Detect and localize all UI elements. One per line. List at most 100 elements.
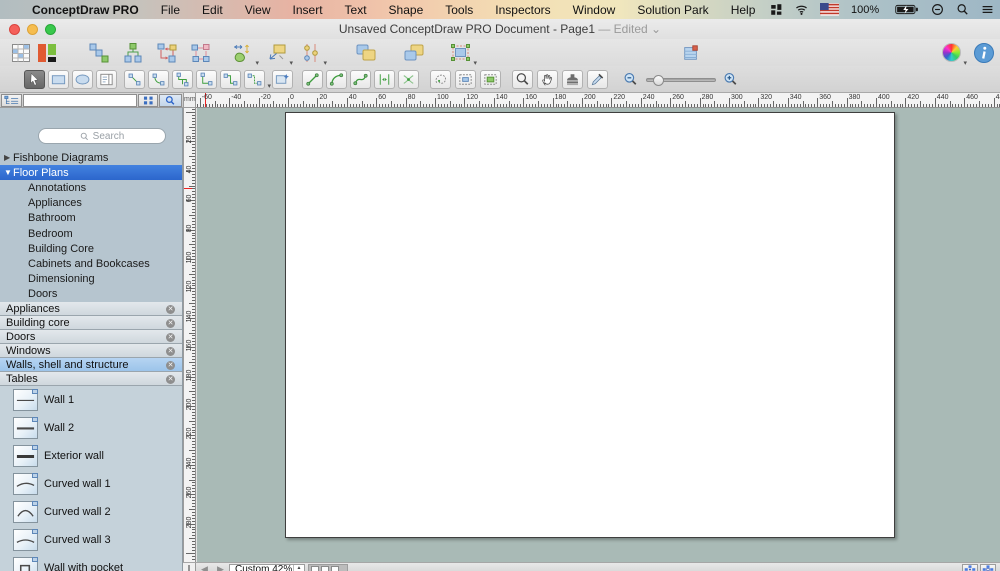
- group-selection-button[interactable]: ▾: [448, 40, 477, 67]
- shape-item-wall-with-pocket[interactable]: Wall with pocket: [0, 554, 182, 571]
- distribute-points-tool[interactable]: [374, 70, 395, 89]
- zoom-slider-knob[interactable]: [653, 75, 664, 86]
- close-library-icon[interactable]: ✕: [166, 304, 175, 314]
- library-row-windows[interactable]: Windows ✕: [0, 344, 182, 358]
- insert-shape-tool[interactable]: [272, 70, 293, 89]
- spotlight-search-icon[interactable]: [956, 0, 969, 19]
- library-filter-input[interactable]: [23, 94, 137, 107]
- tree-item-building-core[interactable]: Building Core: [0, 241, 182, 256]
- select-shapes-tool[interactable]: [455, 70, 476, 89]
- menu-item-insert[interactable]: Insert: [293, 3, 323, 17]
- menu-app-name[interactable]: ConceptDraw PRO: [32, 3, 139, 17]
- tree-item-dimensioning[interactable]: Dimensioning: [0, 272, 182, 287]
- title-bar[interactable]: Unsaved ConceptDraw PRO Document - Page1…: [0, 19, 1000, 39]
- menu-item-edit[interactable]: Edit: [202, 3, 223, 17]
- notification-center-icon[interactable]: [981, 0, 994, 19]
- menu-item-shape[interactable]: Shape: [389, 3, 424, 17]
- wifi-icon[interactable]: [795, 0, 808, 19]
- tree-item-cabinets-and-bookcases[interactable]: Cabinets and Bookcases: [0, 256, 182, 271]
- tree-item-doors[interactable]: Doors: [0, 287, 182, 302]
- rectangle-tool[interactable]: [48, 70, 69, 89]
- distribute-objects-button[interactable]: ▾: [298, 40, 327, 67]
- library-grid-view-button[interactable]: [138, 94, 158, 107]
- library-search-button[interactable]: [159, 94, 182, 107]
- shape-item-curved-wall-3[interactable]: Curved wall 3: [0, 526, 182, 554]
- battery-charging-icon[interactable]: [895, 0, 919, 19]
- library-row-doors[interactable]: Doors ✕: [0, 330, 182, 344]
- bring-forward-button[interactable]: [354, 40, 380, 65]
- zoom-out-button[interactable]: [620, 70, 641, 89]
- wall-thick-thumbnail[interactable]: [13, 445, 38, 467]
- close-library-icon[interactable]: ✕: [166, 332, 175, 342]
- wall-thin-thumbnail[interactable]: [13, 389, 38, 411]
- shape-item-curved-wall-1[interactable]: Curved wall 1: [0, 470, 182, 498]
- page-tab[interactable]: [311, 565, 319, 571]
- shape-item-exterior-wall[interactable]: Exterior wall: [0, 442, 182, 470]
- connector-rounded-tool[interactable]: [220, 70, 241, 89]
- smart-connector-tool[interactable]: ▾: [244, 70, 271, 90]
- menu-item-solution-park[interactable]: Solution Park: [637, 3, 708, 17]
- tree-item-bedroom[interactable]: Bedroom: [0, 226, 182, 241]
- tree-item-appliances[interactable]: Appliances: [0, 196, 182, 211]
- info-button[interactable]: [971, 40, 997, 65]
- line-tool[interactable]: [302, 70, 323, 89]
- tree-item-floor-plans[interactable]: ▼ Floor Plans: [0, 165, 182, 181]
- text-block-tool[interactable]: [96, 70, 117, 89]
- pan-view-button[interactable]: [962, 564, 978, 571]
- arc-tool[interactable]: [326, 70, 347, 89]
- page-tab[interactable]: [331, 565, 339, 571]
- send-backward-button[interactable]: [402, 40, 428, 65]
- library-row-appliances[interactable]: Appliances ✕: [0, 302, 182, 316]
- inspector-toggle-button[interactable]: [678, 40, 704, 65]
- connector-tree-tool[interactable]: [172, 70, 193, 89]
- disclosure-collapsed-icon[interactable]: ▶: [4, 153, 12, 162]
- curve-low-thumbnail[interactable]: [13, 473, 38, 495]
- shape-item-curved-wall-2[interactable]: Curved wall 2: [0, 498, 182, 526]
- zoom-level-select[interactable]: Custom 42% ▲▼: [229, 563, 305, 571]
- connector-direct-tool[interactable]: [124, 70, 145, 89]
- app-grid-icon[interactable]: [770, 0, 783, 19]
- insert-object-button[interactable]: ▾: [264, 40, 293, 67]
- edited-caret-icon[interactable]: ⌄: [651, 22, 661, 36]
- zoom-slider[interactable]: [646, 75, 716, 86]
- tree-item-bathroom[interactable]: Bathroom: [0, 211, 182, 226]
- page-tab[interactable]: [321, 565, 329, 571]
- menu-item-view[interactable]: View: [245, 3, 271, 17]
- org-chart-diagram-button[interactable]: [120, 40, 146, 65]
- shape-data-table-button[interactable]: [8, 40, 34, 65]
- zoom-level-stepper[interactable]: ▲▼: [293, 564, 304, 571]
- menu-item-tools[interactable]: Tools: [445, 3, 473, 17]
- shape-item-wall-1[interactable]: Wall 1: [0, 386, 182, 414]
- close-library-icon[interactable]: ✕: [166, 360, 175, 370]
- library-row-walls-shell-and-structure[interactable]: Walls, shell and structure ✕: [0, 358, 182, 372]
- lasso-select-tool[interactable]: [430, 70, 451, 89]
- menu-item-text[interactable]: Text: [345, 3, 367, 17]
- close-library-icon[interactable]: ✕: [166, 374, 175, 384]
- split-tool[interactable]: [398, 70, 419, 89]
- zoom-in-button[interactable]: [720, 70, 741, 89]
- menu-item-help[interactable]: Help: [731, 3, 756, 17]
- pointer-tool[interactable]: [24, 70, 45, 89]
- do-not-disturb-icon[interactable]: [931, 0, 944, 19]
- page-tabs-strip[interactable]: [308, 564, 348, 571]
- ruler-splitter-handle[interactable]: ‖: [183, 563, 196, 571]
- reroute-flow-button[interactable]: [154, 40, 180, 65]
- curve-high-thumbnail[interactable]: [13, 501, 38, 523]
- input-source-flag-icon[interactable]: [819, 0, 840, 19]
- cascade-diagram-button[interactable]: [86, 40, 112, 65]
- menu-item-file[interactable]: File: [161, 3, 180, 17]
- dropdown-caret-icon[interactable]: ▾: [267, 83, 271, 90]
- disclosure-expanded-icon[interactable]: ▼: [4, 168, 12, 177]
- ellipse-tool[interactable]: [72, 70, 93, 89]
- sidebar-search-field[interactable]: Search: [38, 128, 166, 144]
- tree-item-annotations[interactable]: Annotations: [0, 180, 182, 195]
- connector-arc-tool[interactable]: [148, 70, 169, 89]
- library-tree-view-button[interactable]: [1, 94, 22, 107]
- previous-page-button[interactable]: ◀: [197, 563, 212, 571]
- zoom-tool[interactable]: [512, 70, 533, 89]
- curve-wide-thumbnail[interactable]: [13, 529, 38, 551]
- colors-button[interactable]: ▾: [938, 40, 967, 67]
- eyedropper-tool[interactable]: [587, 70, 608, 89]
- document-page[interactable]: [285, 112, 895, 538]
- resize-mode-button[interactable]: ▾: [230, 40, 259, 67]
